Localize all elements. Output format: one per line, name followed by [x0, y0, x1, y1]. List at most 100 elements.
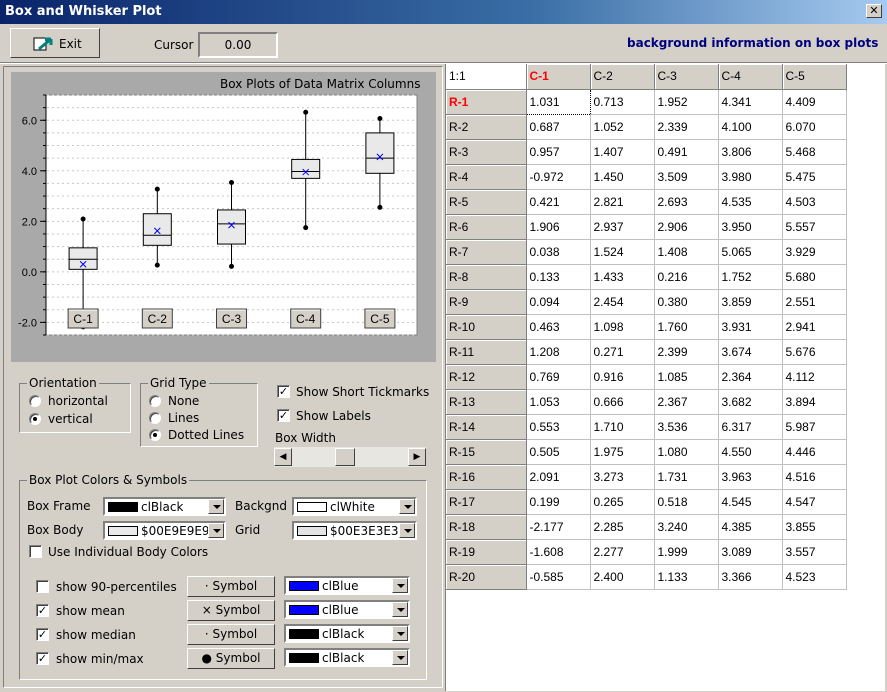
table-cell[interactable]: 4.545	[718, 489, 783, 515]
slider-left-arrow[interactable]: ◀	[274, 448, 292, 466]
table-cell[interactable]: 2.277	[590, 539, 655, 565]
row-header[interactable]: R-18	[446, 514, 527, 540]
chevron-down-icon[interactable]	[392, 626, 408, 641]
table-cell[interactable]: 0.038	[526, 239, 591, 265]
table-cell[interactable]: 0.199	[526, 489, 591, 515]
box-width-slider[interactable]: ◀ ▶	[274, 447, 426, 467]
data-matrix-grid[interactable]: 1:1 C-1 C-2 C-3 C-4 C-5 R-1 1.031 0.713 1.952 4.34…	[445, 64, 885, 691]
table-cell[interactable]: 1.450	[590, 164, 655, 190]
chevron-down-icon[interactable]	[399, 523, 415, 538]
table-cell[interactable]: 0.769	[526, 364, 591, 390]
table-cell[interactable]: 3.089	[718, 539, 783, 565]
row-header[interactable]: R-13	[446, 389, 527, 415]
table-cell[interactable]: 4.385	[718, 514, 783, 540]
table-cell[interactable]: 0.380	[654, 289, 719, 315]
radio-grid-dotted[interactable]	[149, 429, 161, 441]
table-cell[interactable]: 3.273	[590, 464, 655, 490]
column-header[interactable]: C-2	[590, 64, 655, 90]
individual-colors-checkbox[interactable]	[29, 545, 42, 558]
row-header[interactable]: R-14	[446, 414, 527, 440]
table-cell[interactable]: 0.271	[590, 339, 655, 365]
table-cell[interactable]: 0.505	[526, 439, 591, 465]
radio-grid-lines[interactable]	[149, 412, 161, 424]
sym-row-checkbox[interactable]	[36, 580, 49, 593]
symbol-color-select[interactable]: clBlue	[284, 576, 410, 595]
row-header[interactable]: R-7	[446, 239, 527, 265]
table-cell[interactable]: 4.503	[782, 189, 847, 215]
table-cell[interactable]: 3.806	[718, 139, 783, 165]
table-cell[interactable]: 1.999	[654, 539, 719, 565]
table-cell[interactable]: 1.085	[654, 364, 719, 390]
radio-horizontal[interactable]	[29, 395, 41, 407]
table-cell[interactable]: 3.682	[718, 389, 783, 415]
table-cell[interactable]: 1.752	[718, 264, 783, 290]
row-header[interactable]: R-1	[446, 89, 527, 115]
table-cell[interactable]: 3.536	[654, 414, 719, 440]
data-matrix-table[interactable]: 1:1 C-1 C-2 C-3 C-4 C-5 R-1 1.031 0.713 1.952 4.34…	[446, 64, 847, 590]
table-cell[interactable]: 1.407	[590, 139, 655, 165]
table-cell[interactable]: 3.894	[782, 389, 847, 415]
table-cell[interactable]: 0.518	[654, 489, 719, 515]
table-cell[interactable]: 2.364	[718, 364, 783, 390]
row-header[interactable]: R-6	[446, 214, 527, 240]
row-header[interactable]: R-19	[446, 539, 527, 565]
row-header[interactable]: R-17	[446, 489, 527, 515]
table-cell[interactable]: 6.317	[718, 414, 783, 440]
radio-vertical[interactable]	[29, 413, 41, 425]
table-cell[interactable]: 1.524	[590, 239, 655, 265]
table-cell[interactable]: 3.931	[718, 314, 783, 340]
table-cell[interactable]: 1.408	[654, 239, 719, 265]
column-header[interactable]: C-3	[654, 64, 719, 90]
table-cell[interactable]: 5.676	[782, 339, 847, 365]
table-cell[interactable]: 1.731	[654, 464, 719, 490]
table-cell[interactable]: 1.975	[590, 439, 655, 465]
chevron-down-icon[interactable]	[399, 499, 415, 514]
chevron-down-icon[interactable]	[208, 523, 224, 538]
row-header[interactable]: R-20	[446, 564, 527, 590]
table-cell[interactable]: 3.859	[718, 289, 783, 315]
column-header[interactable]: C-5	[782, 64, 847, 90]
symbol-color-select[interactable]: clBlack	[284, 648, 410, 667]
box-frame-select[interactable]: clBlack	[103, 497, 226, 516]
table-cell[interactable]: 4.112	[782, 364, 847, 390]
table-cell[interactable]: 3.366	[718, 564, 783, 590]
row-header[interactable]: R-4	[446, 164, 527, 190]
show-labels-checkbox[interactable]: ✓	[277, 409, 290, 422]
table-cell[interactable]: 2.693	[654, 189, 719, 215]
symbol-color-select[interactable]: clBlue	[284, 600, 410, 619]
radio-grid-none[interactable]	[149, 395, 161, 407]
table-cell[interactable]: 0.687	[526, 114, 591, 140]
table-cell[interactable]: 4.516	[782, 464, 847, 490]
table-cell[interactable]: 0.713	[590, 89, 655, 115]
table-cell[interactable]: 2.399	[654, 339, 719, 365]
table-cell[interactable]: 1.053	[526, 389, 591, 415]
column-header[interactable]: C-4	[718, 64, 783, 90]
table-cell[interactable]: 0.957	[526, 139, 591, 165]
table-cell[interactable]: 2.551	[782, 289, 847, 315]
table-cell[interactable]: 5.680	[782, 264, 847, 290]
table-cell[interactable]: 3.950	[718, 214, 783, 240]
row-header[interactable]: R-15	[446, 439, 527, 465]
table-cell[interactable]: 4.535	[718, 189, 783, 215]
table-cell[interactable]: 0.133	[526, 264, 591, 290]
table-cell[interactable]: 1.952	[654, 89, 719, 115]
symbol-button[interactable]: · Symbol	[187, 576, 275, 597]
table-cell[interactable]: 2.400	[590, 564, 655, 590]
table-cell[interactable]: 1.710	[590, 414, 655, 440]
chevron-down-icon[interactable]	[392, 650, 408, 665]
table-cell[interactable]: 2.454	[590, 289, 655, 315]
table-cell[interactable]: -0.585	[526, 564, 591, 590]
table-cell[interactable]: -2.177	[526, 514, 591, 540]
sym-row-checkbox[interactable]: ✓	[36, 652, 49, 665]
table-cell[interactable]: 5.468	[782, 139, 847, 165]
table-cell[interactable]: 0.553	[526, 414, 591, 440]
table-cell[interactable]: 3.509	[654, 164, 719, 190]
table-cell[interactable]: 0.421	[526, 189, 591, 215]
table-cell[interactable]: 5.065	[718, 239, 783, 265]
table-cell[interactable]: 0.265	[590, 489, 655, 515]
table-cell[interactable]: 1.906	[526, 214, 591, 240]
symbol-color-select[interactable]: clBlack	[284, 624, 410, 643]
symbol-button[interactable]: × Symbol	[187, 600, 275, 621]
table-cell[interactable]: 0.491	[654, 139, 719, 165]
table-cell[interactable]: 1.208	[526, 339, 591, 365]
